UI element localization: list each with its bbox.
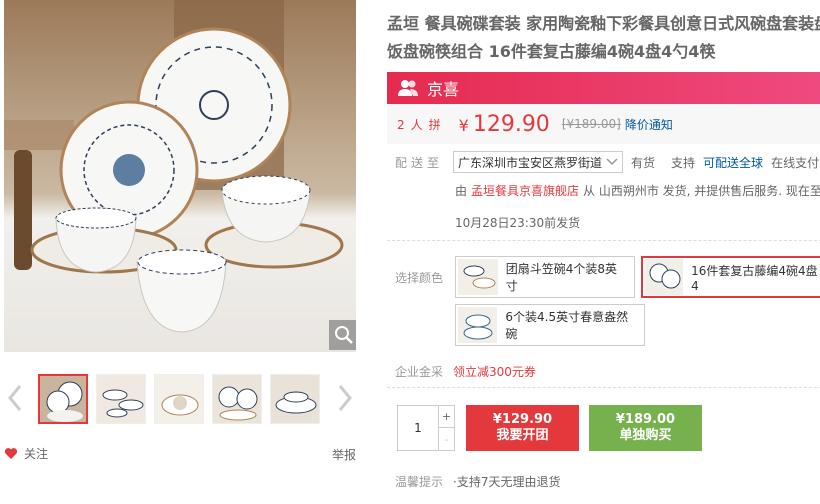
thumbnail-5[interactable] (270, 374, 320, 424)
chevron-left-icon (8, 385, 22, 411)
shop-link[interactable]: 孟垣餐具京喜旗舰店 (471, 182, 579, 199)
color-label-row: 选择颜色 (395, 269, 453, 286)
tips-row: 温馨提示 ·支持7天无理由退货 (395, 473, 560, 490)
currency-symbol: ¥ (458, 115, 469, 135)
thumbnail-4[interactable] (212, 374, 262, 424)
product-title-line-2: 饭盘碗筷组合 16件套复古藤编4碗4盘4勺4筷 (387, 42, 716, 61)
thumbnail-image (213, 375, 261, 423)
single-buy-price: ¥189.00 (615, 412, 676, 427)
delivery-label: 配送至 (395, 155, 444, 170)
enterprise-label: 企业金采 (395, 365, 444, 379)
main-product-image[interactable] (4, 0, 356, 352)
color-option-3[interactable]: 6个装4.5英寸春意盎然碗 (455, 304, 645, 346)
quantity-plus-button[interactable]: + (438, 406, 454, 428)
thumbnail-3[interactable] (154, 374, 204, 424)
global-delivery-link[interactable]: 可配送全球 (703, 154, 763, 171)
divider (387, 240, 820, 241)
from-prefix: 由 (455, 184, 468, 198)
group-buy-price: ¥129.90 (492, 412, 553, 427)
divider (387, 387, 820, 388)
price-drop-notify-link[interactable]: 降价通知 (625, 116, 673, 133)
thumbnail-image (97, 375, 145, 423)
delivery-row: 配送至 广东深圳市宝安区燕罗街道 有货 支持 可配送全球 在线支付 (395, 151, 819, 173)
quantity-stepper: 1 + - (397, 405, 455, 451)
next-thumb-button[interactable] (334, 382, 356, 414)
group-count: 2人拼 (397, 117, 447, 132)
single-buy-button[interactable]: ¥189.00 单独购买 (589, 405, 702, 451)
option-thumbnail (458, 259, 498, 295)
group-people-icon (398, 80, 418, 96)
thumbnail-image (155, 375, 203, 423)
tips-label: 温馨提示 (395, 475, 444, 489)
option-label: 6个装4.5英寸春意盎然碗 (505, 310, 629, 341)
price-value: 129.90 (472, 111, 550, 137)
jingxi-promo-bar: 京喜 (387, 72, 820, 104)
address-selector[interactable]: 广东深圳市宝安区燕罗街道 (453, 151, 624, 173)
heart-icon (4, 448, 18, 459)
start-group-button[interactable]: ¥129.90 我要开团 (466, 405, 579, 451)
support-label: 支持 (671, 155, 696, 170)
enterprise-row: 企业金采 领立减300元券 (395, 363, 536, 380)
magnifier-icon (335, 326, 353, 344)
option-label: 团扇斗笠碗4个装8英寸 (505, 262, 617, 293)
tableware-photo (4, 0, 356, 352)
report-link[interactable]: 举报 (332, 446, 356, 463)
single-buy-label: 单独购买 (619, 428, 672, 443)
prev-thumb-button[interactable] (4, 382, 26, 414)
tips-text: ·支持7天无理由退货 (453, 475, 561, 489)
price-row: 2人拼 ¥129.90 [¥189.00] 降价通知 (387, 104, 820, 144)
option-label: 16件套复古藤编4碗4盘4 (691, 263, 818, 293)
ship-time: 10月28日23:30前发货 (455, 216, 581, 230)
option-thumbnail (458, 307, 498, 343)
thumbnail-strip (4, 370, 356, 428)
thumbnail-image (271, 375, 319, 423)
ship-time-row: 10月28日23:30前发货 (455, 214, 580, 231)
chevron-down-icon (606, 158, 618, 166)
online-payment: 在线支付 (771, 155, 820, 170)
color-label: 选择颜色 (395, 271, 444, 285)
thumbnail-2[interactable] (96, 374, 146, 424)
address-value: 广东深圳市宝安区燕罗街道 (458, 155, 603, 170)
stock-status: 有货 (631, 155, 656, 170)
original-price: [¥189.00] (561, 117, 621, 131)
thumbnail-image (40, 376, 86, 422)
thumbnail-1[interactable] (38, 374, 88, 424)
follow-button[interactable]: 关注 (4, 445, 48, 462)
quantity-input[interactable]: 1 (398, 406, 438, 450)
zoom-button[interactable] (329, 320, 356, 350)
product-title: 孟垣 餐具碗碟套装 家用陶瓷釉下彩餐具创意日式风碗盘套装盘 饭盘碗筷组合 16件… (387, 10, 820, 66)
quantity-minus-button[interactable]: - (438, 428, 454, 450)
group-price: ¥129.90 (459, 112, 550, 137)
color-option-2[interactable]: 16件套复古藤编4碗4盘4 (641, 256, 820, 298)
coupon-link[interactable]: 领立减300元券 (453, 363, 536, 380)
product-title-line-1: 孟垣 餐具碗碟套装 家用陶瓷釉下彩餐具创意日式风碗盘套装盘 (387, 14, 820, 33)
chevron-right-icon (338, 385, 352, 411)
seller-row: 由 孟垣餐具京喜旗舰店 从 山西朔州市 发货, 并提供售后服务. 现在至 (455, 182, 820, 199)
follow-label: 关注 (24, 447, 49, 461)
group-buy-label: 我要开团 (496, 428, 549, 443)
ship-origin-text: 从 山西朔州市 发货, 并提供售后服务. 现在至 (583, 184, 820, 198)
color-option-1[interactable]: 团扇斗笠碗4个装8英寸 (455, 256, 635, 298)
option-thumbnail (645, 259, 684, 295)
promo-brand: 京喜 (427, 80, 460, 99)
